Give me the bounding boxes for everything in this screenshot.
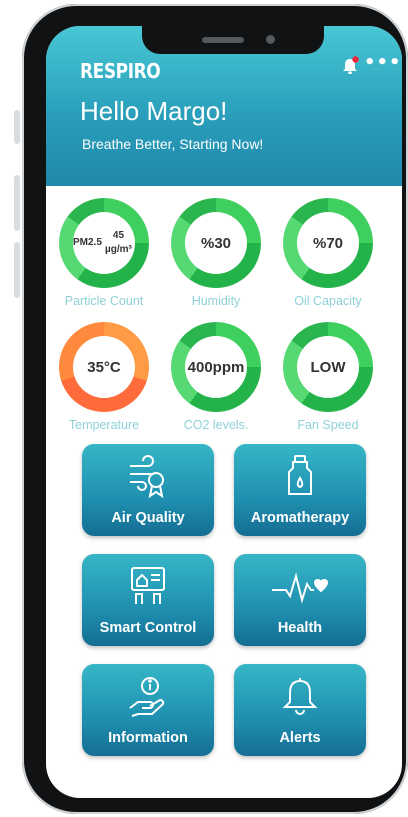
gauge-label: Oil Capacity	[294, 294, 362, 308]
alerts-button[interactable]: Alerts	[234, 664, 366, 756]
air-quality-icon	[130, 455, 164, 498]
speaker	[202, 37, 244, 43]
phone-volume-up	[14, 175, 20, 231]
gauge-value: %30	[185, 212, 247, 274]
heartbeat-icon	[272, 572, 328, 604]
gauge-temperature[interactable]: 35°C Temperature	[54, 322, 154, 432]
smart-control-button[interactable]: Smart Control	[82, 554, 214, 646]
gauge-label: Humidity	[191, 294, 241, 308]
smart-control-icon	[131, 567, 165, 604]
gauge-label: Temperature	[68, 418, 140, 432]
tile-label: Aromatherapy	[250, 510, 350, 526]
phone-volume-down	[14, 242, 20, 298]
gauge-ring: 35°C	[59, 322, 149, 412]
tile-label: Air Quality	[111, 510, 185, 526]
gauge-label: CO2 levels.	[183, 418, 249, 432]
aromatherapy-button[interactable]: Aromatherapy	[234, 444, 366, 536]
oil-bottle-icon	[288, 455, 312, 495]
gauge-fan-speed[interactable]: LOW Fan Speed	[278, 322, 378, 432]
gauge-label: Particle Count	[64, 294, 144, 308]
information-button[interactable]: Information	[82, 664, 214, 756]
notification-bell-icon[interactable]	[340, 56, 360, 76]
gauge-value: 35°C	[73, 336, 135, 398]
bell-icon	[282, 678, 318, 715]
gauge-value: %70	[297, 212, 359, 274]
phone-mute-switch	[14, 110, 20, 144]
gauge-oil-capacity[interactable]: %70 Oil Capacity	[278, 198, 378, 308]
tagline: Breathe Better, Starting Now!	[82, 136, 264, 152]
greeting: Hello Margo!	[80, 96, 228, 126]
phone-notch	[142, 26, 324, 54]
tile-label: Smart Control	[99, 620, 197, 636]
gauge-label: Fan Speed	[297, 418, 359, 432]
gauge-ring: PM2.5 45 µg/m³	[59, 198, 149, 288]
gauge-ring: %30	[171, 198, 261, 288]
information-icon	[129, 677, 165, 717]
app-logo: RESPIRO	[80, 59, 161, 83]
gauge-humidity[interactable]: %30 Humidity	[166, 198, 266, 308]
health-button[interactable]: Health	[234, 554, 366, 646]
gauge-ring: LOW	[283, 322, 373, 412]
gauge-value: PM2.5 45 µg/m³	[73, 212, 135, 274]
gauge-ring: %70	[283, 198, 373, 288]
gauge-value: LOW	[297, 336, 359, 398]
tile-label: Alerts	[279, 730, 321, 746]
front-camera	[266, 35, 275, 44]
gauge-value: 400 ppm	[185, 336, 247, 398]
gauge-ring: 400 ppm	[171, 322, 261, 412]
tile-label: Health	[277, 620, 323, 636]
more-options-icon[interactable]: •••	[364, 52, 402, 73]
tile-label: Information	[108, 730, 188, 746]
app-screen: RESPIRO ••• Hello Margo! Breathe Better,…	[46, 26, 402, 798]
gauge-co2-levels[interactable]: 400 ppm CO2 levels.	[166, 322, 266, 432]
air-quality-button[interactable]: Air Quality	[82, 444, 214, 536]
gauge-particle-count[interactable]: PM2.5 45 µg/m³ Particle Count	[54, 198, 154, 308]
